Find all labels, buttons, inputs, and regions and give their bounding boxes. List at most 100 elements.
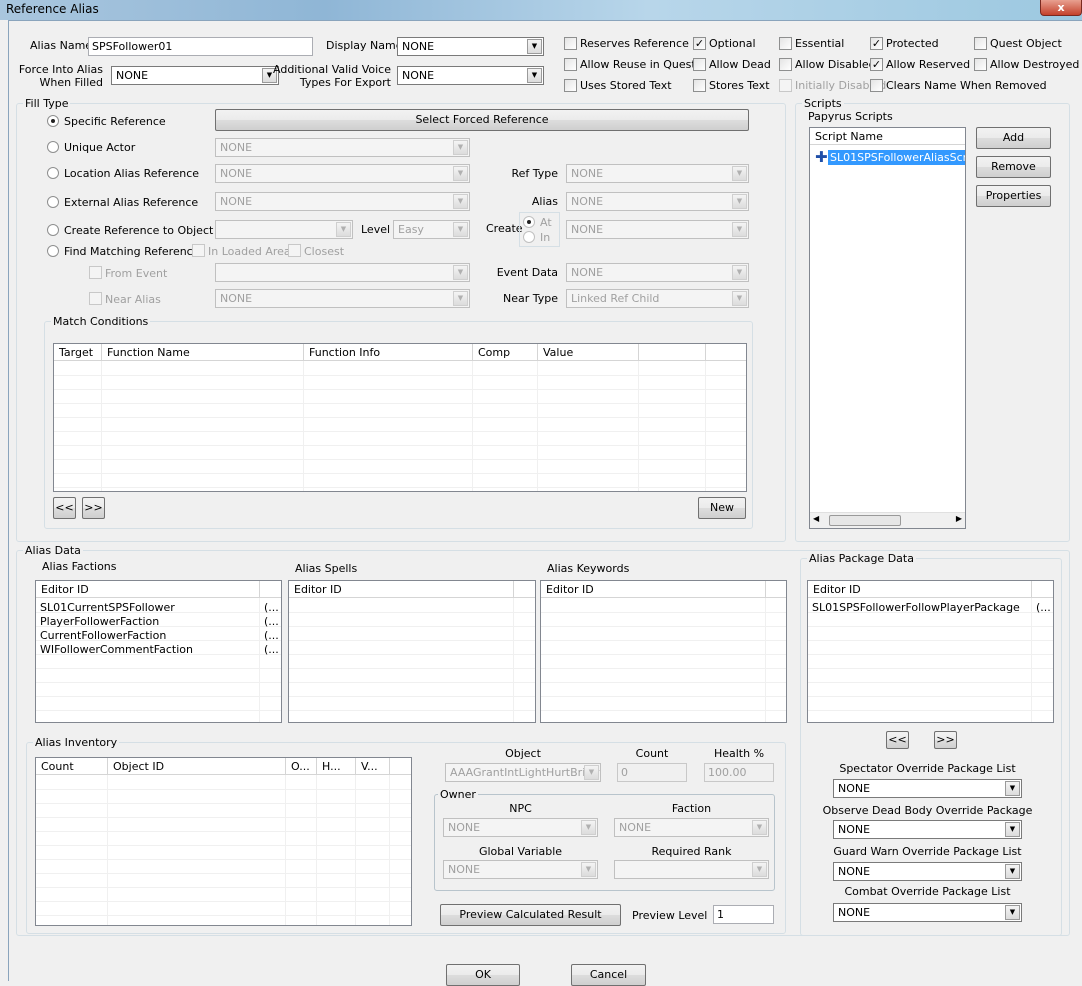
list-item[interactable]: SL01SPSFollowerFollowPlayerPackage <box>812 601 1020 614</box>
create-object-combo[interactable]: ▼ <box>215 220 353 239</box>
script-name-header[interactable]: Script Name <box>810 128 965 145</box>
chevron-down-icon[interactable]: ▼ <box>1005 822 1020 837</box>
close-button[interactable]: x <box>1040 0 1082 16</box>
chevron-down-icon[interactable]: ▼ <box>1005 905 1020 920</box>
chevron-down-icon[interactable]: ▼ <box>527 68 542 83</box>
chevron-down-icon[interactable]: ▼ <box>732 194 747 209</box>
alias-factions-list[interactable]: Editor ID SL01CurrentSPSFollower (... Playe… <box>35 580 282 723</box>
column-header[interactable] <box>1032 581 1053 598</box>
allow-reuse-in-quest-checkbox[interactable] <box>564 58 577 71</box>
chevron-down-icon[interactable]: ▼ <box>581 820 596 835</box>
column-header[interactable] <box>390 758 411 775</box>
create-at-combo[interactable]: NONE ▼ <box>566 220 749 239</box>
script-item[interactable]: SL01SPSFollowerAliasScript <box>828 150 965 165</box>
column-header[interactable] <box>706 344 746 361</box>
global-variable-combo[interactable]: NONE ▼ <box>443 860 598 879</box>
editor-id-header[interactable]: Editor ID <box>289 581 514 598</box>
alias-keywords-list[interactable]: Editor ID <box>540 580 787 723</box>
unique-actor-radio[interactable] <box>47 141 59 153</box>
scroll-right-icon[interactable]: ▶ <box>956 514 962 523</box>
list-item[interactable]: PlayerFollowerFaction <box>40 615 159 628</box>
column-header[interactable]: Target <box>54 344 102 361</box>
chevron-down-icon[interactable]: ▼ <box>527 39 542 54</box>
chevron-down-icon[interactable]: ▼ <box>732 265 747 280</box>
chevron-down-icon[interactable]: ▼ <box>453 140 468 155</box>
reserves-reference-checkbox[interactable] <box>564 37 577 50</box>
packages-next-button[interactable]: >> <box>934 731 957 749</box>
remove-script-button[interactable]: Remove <box>976 156 1051 178</box>
create-reference-to-object-radio[interactable] <box>47 224 59 236</box>
column-header[interactable]: Comp <box>473 344 538 361</box>
list-item[interactable]: WIFollowerCommentFaction <box>40 643 193 656</box>
near-alias-combo[interactable]: NONE ▼ <box>215 289 470 308</box>
at-radio[interactable] <box>523 216 535 228</box>
column-header[interactable]: O... <box>286 758 317 775</box>
initially-disabled-checkbox[interactable] <box>779 79 792 92</box>
chevron-down-icon[interactable]: ▼ <box>453 166 468 181</box>
column-header[interactable]: Count <box>36 758 108 775</box>
chevron-down-icon[interactable]: ▼ <box>453 265 468 280</box>
location-alias-combo[interactable]: NONE ▼ <box>215 164 470 183</box>
chevron-down-icon[interactable]: ▼ <box>1005 864 1020 879</box>
cancel-button[interactable]: Cancel <box>571 964 646 986</box>
quest-object-checkbox[interactable] <box>974 37 987 50</box>
display-name-combo[interactable]: NONE ▼ <box>397 37 544 56</box>
inventory-table[interactable]: Count Object ID O... H... V... <box>35 757 412 926</box>
editor-id-header[interactable]: Editor ID <box>541 581 766 598</box>
list-item[interactable]: SL01CurrentSPSFollower <box>40 601 175 614</box>
alias-name-input[interactable]: SPSFollower01 <box>88 37 313 56</box>
alias-combo[interactable]: NONE ▼ <box>566 192 749 211</box>
add-script-button[interactable]: Add <box>976 127 1051 149</box>
chevron-down-icon[interactable]: ▼ <box>752 820 767 835</box>
protected-checkbox[interactable]: ✓ <box>870 37 883 50</box>
allow-dead-checkbox[interactable] <box>693 58 706 71</box>
allow-disabled-checkbox[interactable] <box>779 58 792 71</box>
editor-id-header[interactable]: Editor ID <box>808 581 1032 598</box>
guard-warn-combo[interactable]: NONE ▼ <box>833 862 1022 881</box>
optional-checkbox[interactable]: ✓ <box>693 37 706 50</box>
chevron-down-icon[interactable]: ▼ <box>581 862 596 877</box>
alias-spells-list[interactable]: Editor ID <box>288 580 536 723</box>
closest-checkbox[interactable] <box>288 244 301 257</box>
column-header[interactable] <box>639 344 706 361</box>
unique-actor-combo[interactable]: NONE ▼ <box>215 138 470 157</box>
location-alias-reference-radio[interactable] <box>47 167 59 179</box>
column-header[interactable]: Function Info <box>304 344 473 361</box>
scripts-list[interactable]: Script Name ✚ SL01SPSFollowerAliasScript… <box>809 127 966 529</box>
column-header[interactable]: H... <box>317 758 356 775</box>
ok-button[interactable]: OK <box>446 964 520 986</box>
select-forced-reference-button[interactable]: Select Forced Reference <box>215 109 749 131</box>
object-combo[interactable]: AAAGrantIntLightHurtBright ▼ <box>445 763 601 782</box>
external-alias-reference-radio[interactable] <box>47 196 59 208</box>
horizontal-scrollbar[interactable]: ◀ ▶ <box>810 512 965 528</box>
health-input[interactable]: 100.00 <box>704 763 774 782</box>
script-properties-button[interactable]: Properties <box>976 185 1051 207</box>
column-header[interactable] <box>766 581 786 598</box>
ref-type-combo[interactable]: NONE ▼ <box>566 164 749 183</box>
editor-id-header[interactable]: Editor ID <box>36 581 260 598</box>
scrollbar-thumb[interactable] <box>829 515 901 526</box>
near-type-combo[interactable]: Linked Ref Child ▼ <box>566 289 749 308</box>
clears-name-when-removed-checkbox[interactable] <box>870 79 883 92</box>
voice-types-combo[interactable]: NONE ▼ <box>397 66 544 85</box>
chevron-down-icon[interactable]: ▼ <box>732 222 747 237</box>
new-condition-button[interactable]: New <box>698 497 746 519</box>
chevron-down-icon[interactable]: ▼ <box>453 194 468 209</box>
scroll-left-icon[interactable]: ◀ <box>813 514 819 523</box>
chevron-down-icon[interactable]: ▼ <box>584 765 599 780</box>
near-alias-checkbox[interactable] <box>89 292 102 305</box>
from-event-combo[interactable]: ▼ <box>215 263 470 282</box>
chevron-down-icon[interactable]: ▼ <box>1005 781 1020 796</box>
column-header[interactable]: Value <box>538 344 639 361</box>
faction-combo[interactable]: NONE ▼ <box>614 818 769 837</box>
uses-stored-text-checkbox[interactable] <box>564 79 577 92</box>
chevron-down-icon[interactable]: ▼ <box>752 862 767 877</box>
packages-prev-button[interactable]: << <box>886 731 909 749</box>
list-item[interactable]: CurrentFollowerFaction <box>40 629 166 642</box>
specific-reference-radio[interactable] <box>47 115 59 127</box>
conditions-next-button[interactable]: >> <box>82 497 105 519</box>
preview-calculated-result-button[interactable]: Preview Calculated Result <box>440 904 621 926</box>
combat-override-combo[interactable]: NONE ▼ <box>833 903 1022 922</box>
npc-combo[interactable]: NONE ▼ <box>443 818 598 837</box>
event-data-combo[interactable]: NONE ▼ <box>566 263 749 282</box>
